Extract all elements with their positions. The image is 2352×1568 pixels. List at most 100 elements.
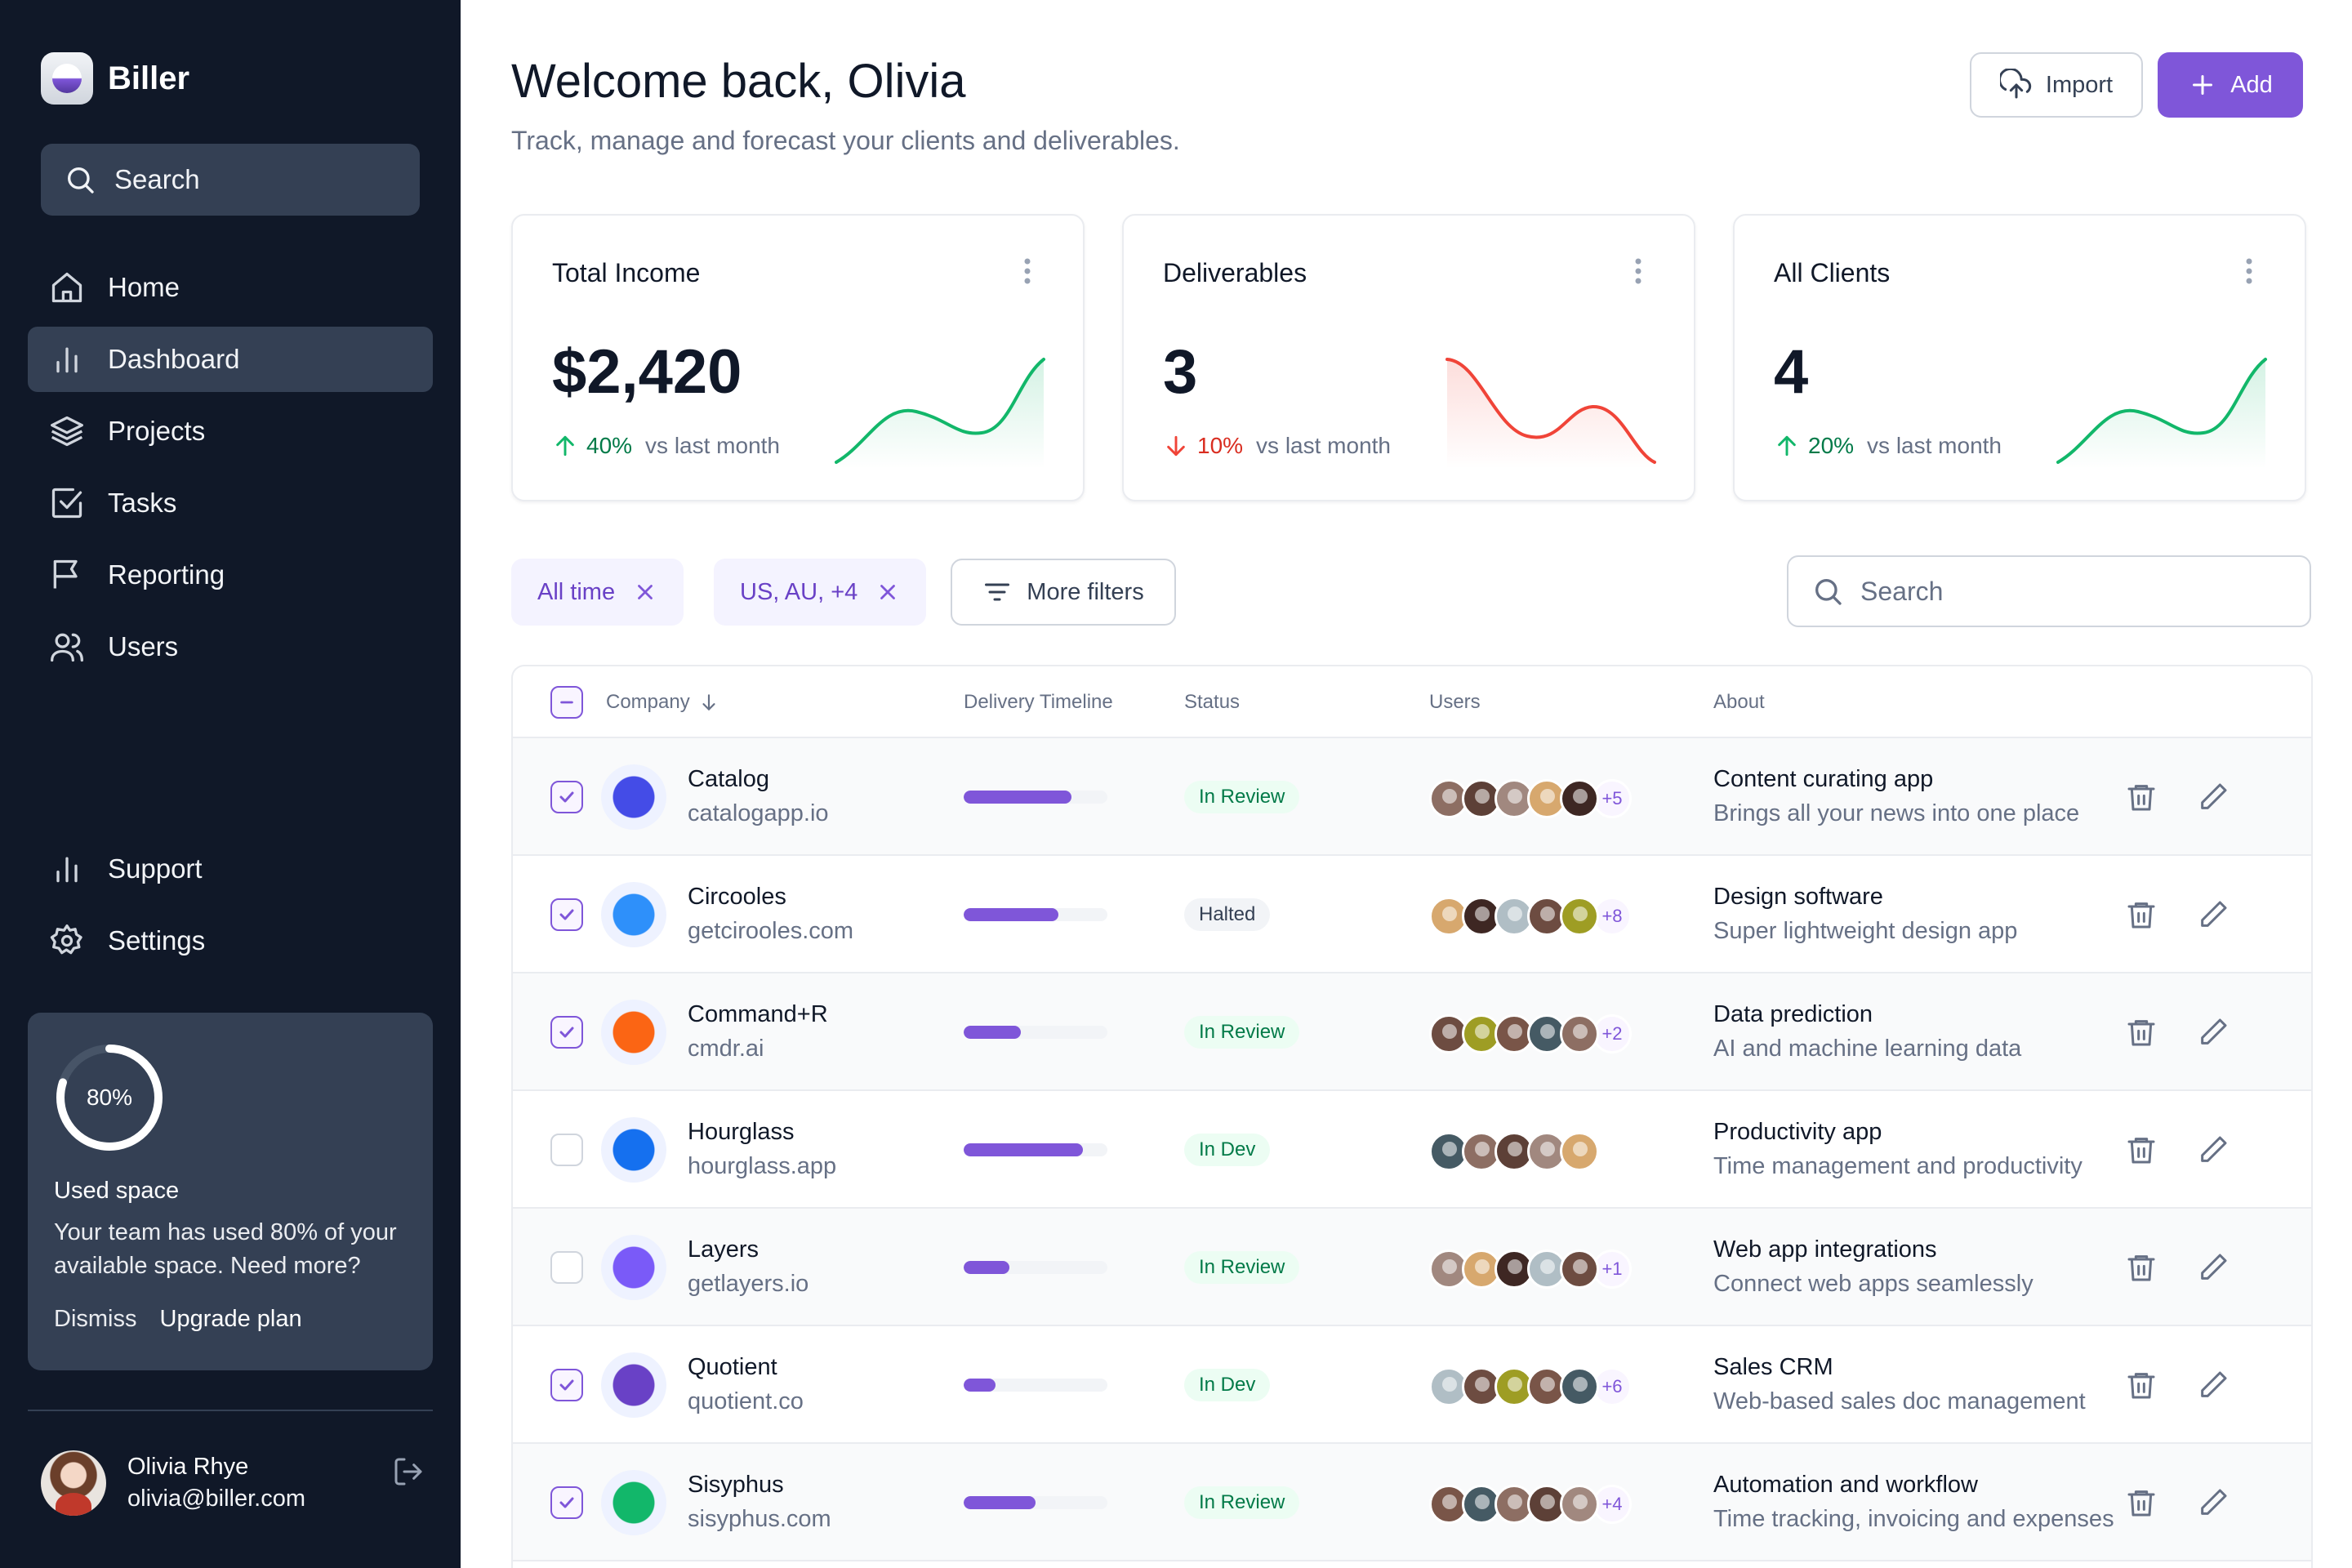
upgrade-plan-button[interactable]: Upgrade plan — [160, 1306, 302, 1333]
row-checkbox[interactable] — [550, 1369, 583, 1401]
table-row[interactable]: Circooles getcirooles.com Halted +8 Desi… — [513, 856, 2311, 973]
more-vertical-icon[interactable] — [1632, 256, 1645, 286]
brand-name: Biller — [108, 60, 190, 96]
pencil-icon[interactable] — [2197, 1016, 2230, 1049]
pencil-icon[interactable] — [2197, 1251, 2230, 1284]
user-avatar-group[interactable]: +4 — [1429, 1485, 1632, 1524]
table-row[interactable]: Catalog catalogapp.io In Review +5 Conte… — [513, 738, 2311, 856]
user-profile[interactable]: Olivia Rhye olivia@biller.com — [41, 1450, 425, 1516]
delivery-progress-bar — [964, 1143, 1107, 1156]
stat-card-deliverables: Deliverables 3 10% vs last month — [1122, 214, 1695, 501]
check-icon — [559, 791, 574, 803]
status-badge: In Review — [1184, 1016, 1300, 1049]
company-name: Sisyphus — [688, 1472, 784, 1498]
user-avatar-group[interactable]: +2 — [1429, 1014, 1632, 1054]
logout-icon[interactable] — [392, 1455, 425, 1488]
trash-icon[interactable] — [2125, 1251, 2158, 1284]
user-avatar-group[interactable] — [1429, 1132, 1599, 1171]
table-header: Company Delivery Timeline Status Users A… — [513, 666, 2311, 738]
home-icon — [51, 272, 82, 303]
user-avatar-group[interactable]: +8 — [1429, 897, 1632, 936]
sidebar-item-tasks[interactable]: Tasks — [28, 470, 433, 536]
stat-title: Total Income — [552, 258, 701, 287]
more-vertical-icon[interactable] — [2243, 256, 2256, 286]
close-icon[interactable] — [875, 580, 900, 604]
trash-icon[interactable] — [2125, 1369, 2158, 1401]
column-delivery-timeline[interactable]: Delivery Timeline — [964, 691, 1113, 714]
sidebar-item-home[interactable]: Home — [28, 255, 433, 320]
row-checkbox[interactable] — [550, 1251, 583, 1284]
company-domain: cmdr.ai — [688, 1036, 764, 1062]
column-users[interactable]: Users — [1429, 691, 1481, 714]
avatar — [1560, 1250, 1599, 1289]
row-checkbox[interactable] — [550, 1486, 583, 1519]
sidebar-item-label: Home — [108, 272, 180, 302]
add-button[interactable]: Add — [2158, 52, 2303, 118]
row-checkbox[interactable] — [550, 1016, 583, 1049]
avatar — [1560, 1485, 1599, 1524]
trash-icon[interactable] — [2125, 898, 2158, 931]
table-row[interactable]: Quotient quotient.co In Dev +6 Sales CRM… — [513, 1326, 2311, 1444]
avatar — [1560, 897, 1599, 936]
footer-nav: Support Settings — [28, 836, 433, 980]
user-avatar-group[interactable]: +5 — [1429, 779, 1632, 818]
delivery-progress-fill — [964, 1143, 1084, 1156]
filter-chip-region[interactable]: US, AU, +4 — [714, 559, 927, 626]
table-search-input[interactable]: Search — [1787, 555, 2311, 627]
row-checkbox[interactable] — [550, 781, 583, 813]
trash-icon[interactable] — [2125, 1486, 2158, 1519]
company-logo-icon — [601, 882, 666, 947]
pencil-icon[interactable] — [2197, 1369, 2230, 1401]
user-avatar-group[interactable]: +6 — [1429, 1367, 1632, 1406]
import-button[interactable]: Import — [1970, 52, 2143, 118]
filter-chip-all-time[interactable]: All time — [511, 559, 684, 626]
trash-icon[interactable] — [2125, 1016, 2158, 1049]
dismiss-button[interactable]: Dismiss — [54, 1306, 137, 1333]
sidebar-item-projects[interactable]: Projects — [28, 399, 433, 464]
table-row[interactable]: Command+R cmdr.ai In Review +2 Data pred… — [513, 973, 2311, 1091]
sidebar-item-reporting[interactable]: Reporting — [28, 542, 433, 608]
page-subtitle: Track, manage and forecast your clients … — [511, 126, 1180, 155]
sidebar-item-label: Projects — [108, 416, 206, 446]
more-filters-button[interactable]: More filters — [951, 559, 1176, 626]
pencil-icon[interactable] — [2197, 1134, 2230, 1166]
company-logo-icon — [601, 1352, 666, 1418]
trash-icon[interactable] — [2125, 781, 2158, 813]
pencil-icon[interactable] — [2197, 1486, 2230, 1519]
sidebar-item-dashboard[interactable]: Dashboard — [28, 327, 433, 392]
column-status[interactable]: Status — [1184, 691, 1240, 714]
delivery-progress-bar — [964, 1026, 1107, 1039]
column-company[interactable]: Company — [606, 691, 719, 714]
table-row[interactable]: Sisyphus sisyphus.com In Review +4 Autom… — [513, 1444, 2311, 1561]
avatar — [1560, 1132, 1599, 1171]
row-checkbox[interactable] — [550, 1134, 583, 1166]
stat-card-all-clients: All Clients 4 20% vs last month — [1733, 214, 2306, 501]
main-nav: Home Dashboard Projects Tasks Reporting … — [28, 255, 433, 686]
about-title: Sales CRM — [1713, 1354, 1833, 1380]
sidebar-item-users[interactable]: Users — [28, 614, 433, 679]
sidebar-search-input[interactable]: Search — [41, 144, 420, 216]
stat-change: 40% vs last month — [552, 433, 780, 459]
stat-card-total-income: Total Income $2,420 40% vs last month — [511, 214, 1085, 501]
trash-icon[interactable] — [2125, 1134, 2158, 1166]
company-logo-icon — [601, 1117, 666, 1183]
sidebar-item-support[interactable]: Support — [28, 836, 433, 902]
pencil-icon[interactable] — [2197, 898, 2230, 931]
column-about[interactable]: About — [1713, 691, 1765, 714]
arrow-down-icon — [1167, 435, 1185, 457]
table-row[interactable]: Hourglass hourglass.app In Dev Productiv… — [513, 1091, 2311, 1209]
stat-change-percent: 20% — [1808, 433, 1855, 458]
add-label: Add — [2230, 71, 2273, 98]
user-avatar-group[interactable]: +1 — [1429, 1250, 1632, 1289]
check-square-icon — [51, 488, 82, 519]
close-icon[interactable] — [633, 580, 657, 604]
import-label: Import — [2045, 71, 2114, 98]
table-row[interactable]: Layers getlayers.io In Review +1 Web app… — [513, 1209, 2311, 1326]
select-all-checkbox[interactable] — [550, 686, 583, 719]
company-domain: getlayers.io — [688, 1271, 809, 1297]
row-checkbox[interactable] — [550, 898, 583, 931]
brand[interactable]: Biller — [41, 52, 189, 105]
sidebar-item-settings[interactable]: Settings — [28, 908, 433, 973]
more-vertical-icon[interactable] — [1021, 256, 1034, 286]
pencil-icon[interactable] — [2197, 781, 2230, 813]
